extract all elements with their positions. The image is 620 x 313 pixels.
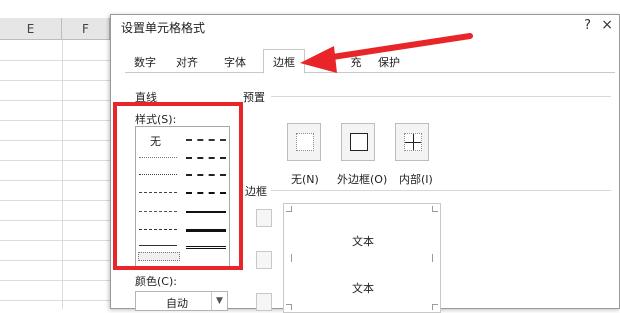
annotation-arrow-icon xyxy=(300,33,473,73)
